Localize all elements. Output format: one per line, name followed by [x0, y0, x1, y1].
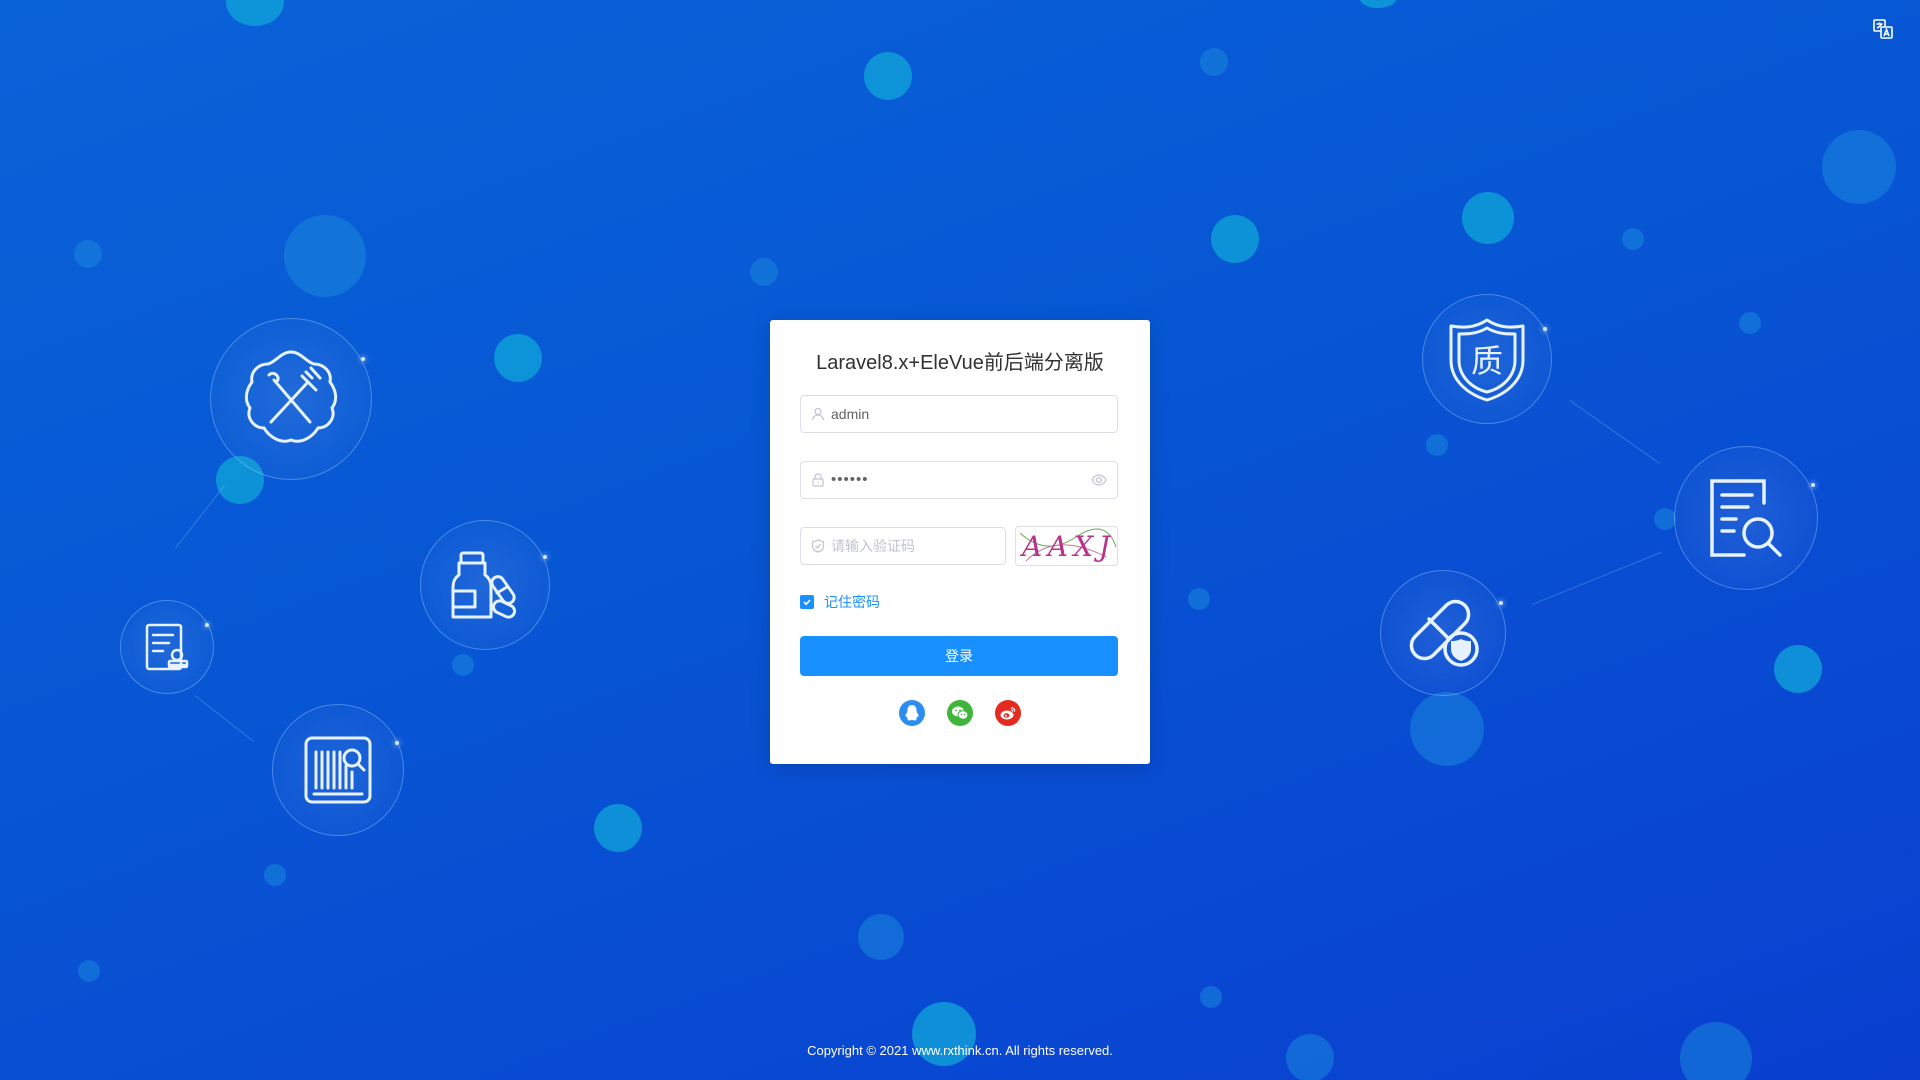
bg-bubble	[1774, 645, 1822, 693]
social-login	[770, 700, 1150, 726]
bg-bubble	[1739, 312, 1761, 334]
bg-bubble	[1360, 0, 1396, 8]
spark	[395, 741, 399, 745]
bg-bubble	[1410, 692, 1484, 766]
bg-bubble	[864, 52, 912, 100]
bg-bubble	[1200, 986, 1222, 1008]
capsule-shield-icon	[1380, 570, 1506, 696]
login-card: Laravel8.x+EleVue前后端分离版 •••••• AAXJ	[770, 320, 1150, 764]
footer-copyright: Copyright © 2021 www.rxthink.cn. All rig…	[807, 1043, 1113, 1058]
wechat-icon[interactable]	[947, 700, 973, 726]
username-field[interactable]	[800, 395, 1118, 433]
spark	[1499, 601, 1503, 605]
spark	[543, 555, 547, 559]
bg-bubble	[1822, 130, 1896, 204]
bg-bubble	[1211, 215, 1259, 263]
username-input[interactable]	[831, 396, 1071, 432]
qq-icon[interactable]	[899, 700, 925, 726]
bg-bubble	[594, 804, 642, 852]
shield-check-icon	[811, 539, 825, 553]
captcha-field[interactable]	[800, 527, 1071, 565]
weibo-icon[interactable]	[995, 700, 1021, 726]
bg-bubble	[284, 215, 366, 297]
medicine-icon	[420, 520, 550, 650]
lock-icon	[812, 473, 824, 487]
spark	[1543, 327, 1547, 331]
bg-bubble	[1622, 228, 1644, 250]
checkbox-checked-icon[interactable]	[800, 595, 814, 609]
password-input[interactable]: ••••••	[831, 462, 869, 498]
captcha-image[interactable]: AAXJ	[1015, 526, 1118, 566]
connector-line	[175, 484, 226, 549]
bg-bubble	[74, 240, 102, 268]
bg-bubble	[1462, 192, 1514, 244]
login-button[interactable]: 登录	[800, 636, 1118, 676]
connector-line	[194, 695, 255, 742]
captcha-text: AAXJ	[1019, 530, 1112, 563]
spark	[1811, 483, 1815, 487]
remember-checkbox[interactable]: 记住密码	[800, 592, 880, 612]
user-icon	[811, 407, 825, 421]
connector-line	[1532, 551, 1663, 605]
bg-bubble	[1654, 508, 1676, 530]
bg-bubble	[226, 0, 284, 26]
bg-bubble	[1188, 588, 1210, 610]
food-safety-icon	[210, 318, 372, 480]
bg-bubble	[264, 864, 286, 886]
spark	[361, 357, 365, 361]
password-field[interactable]: ••••••	[800, 461, 1118, 499]
remember-label[interactable]: 记住密码	[824, 592, 880, 612]
bg-bubble	[494, 334, 542, 382]
bg-bubble	[750, 258, 778, 286]
eye-icon[interactable]	[1091, 473, 1107, 487]
barcode-search-icon	[272, 704, 404, 836]
language-translate-icon[interactable]	[1872, 18, 1896, 42]
bg-bubble	[858, 914, 904, 960]
spark	[205, 623, 209, 627]
bg-bubble	[452, 654, 474, 676]
quality-char: 质	[1471, 342, 1503, 380]
quality-shield-icon: 质	[1422, 294, 1552, 424]
login-title: Laravel8.x+EleVue前后端分离版	[816, 352, 1104, 374]
certificate-icon	[120, 600, 214, 694]
connector-line	[1569, 400, 1661, 464]
document-search-icon	[1674, 446, 1818, 590]
bg-bubble	[1426, 434, 1448, 456]
bg-bubble	[1200, 48, 1228, 76]
bg-bubble	[78, 960, 100, 982]
